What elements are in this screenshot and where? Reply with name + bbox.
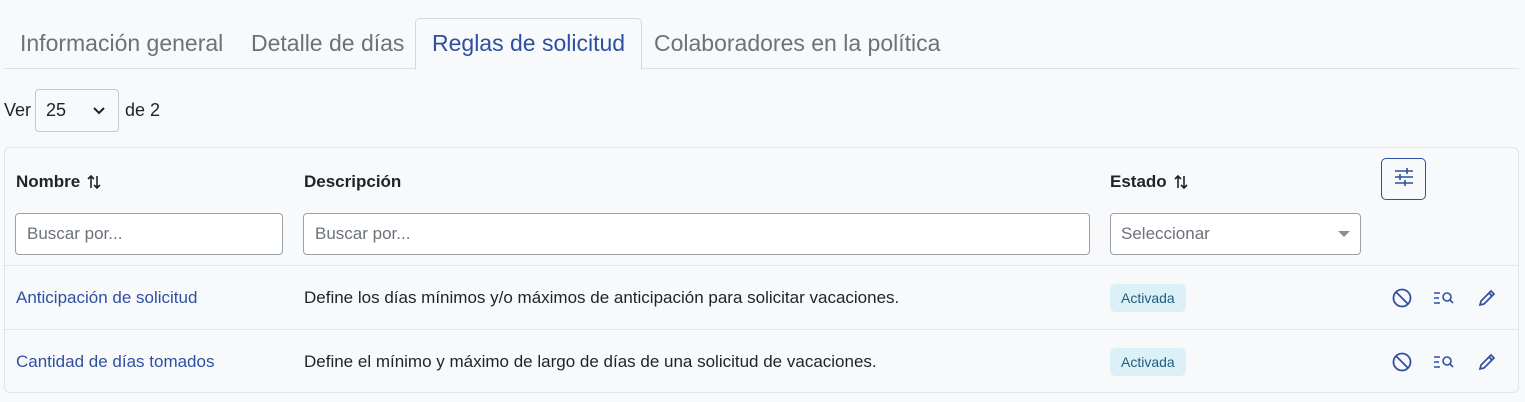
column-settings-button[interactable] xyxy=(1381,158,1426,200)
rule-description: Define el mínimo y máximo de largo de dí… xyxy=(304,352,877,371)
sliders-icon xyxy=(1393,167,1415,192)
header-status: Estado xyxy=(1110,172,1189,192)
view-details-icon[interactable] xyxy=(1432,286,1456,310)
header-name-label: Nombre xyxy=(16,172,81,191)
tab-days-detail[interactable]: Detalle de días xyxy=(235,18,420,69)
table-row: Anticipación de solicitud Define los día… xyxy=(5,265,1518,329)
disable-icon[interactable] xyxy=(1390,286,1414,310)
tab-policy-collaborators[interactable]: Colaboradores en la política xyxy=(638,18,956,69)
sort-icon[interactable] xyxy=(86,173,102,191)
header-description-label: Descripción xyxy=(304,172,402,191)
description-search-input[interactable] xyxy=(303,213,1090,255)
chevron-down-icon xyxy=(92,100,106,121)
rule-name-link[interactable]: Cantidad de días tomados xyxy=(16,330,214,393)
table-row: Cantidad de días tomados Define el mínim… xyxy=(5,329,1518,393)
rules-table: Nombre Descripción Estado Seleccionar A xyxy=(4,147,1519,393)
tab-request-rules[interactable]: Reglas de solicitud xyxy=(415,18,643,70)
tab-general-info[interactable]: Información general xyxy=(4,18,239,69)
page-size-value: 25 xyxy=(46,100,67,120)
page-size-prefix: Ver xyxy=(4,100,32,120)
status-select-placeholder: Seleccionar xyxy=(1121,224,1210,243)
header-description: Descripción xyxy=(304,172,401,192)
page-size-control: Ver 25 de 2 xyxy=(4,89,160,132)
header-status-label: Estado xyxy=(1110,172,1167,191)
rule-description: Define los días mínimos y/o máximos de a… xyxy=(304,288,900,307)
sort-icon[interactable] xyxy=(1173,173,1189,191)
page-count-label: de 2 xyxy=(125,100,161,120)
status-select[interactable]: Seleccionar xyxy=(1110,213,1361,255)
name-search-input[interactable] xyxy=(15,213,283,255)
caret-down-icon xyxy=(1338,231,1350,237)
disable-icon[interactable] xyxy=(1390,350,1414,374)
tab-bar: Información general Detalle de días Regl… xyxy=(4,18,1519,70)
status-badge: Activada xyxy=(1110,348,1186,376)
edit-icon[interactable] xyxy=(1475,350,1499,374)
page-size-select[interactable]: 25 xyxy=(35,89,120,132)
status-badge: Activada xyxy=(1110,284,1186,312)
edit-icon[interactable] xyxy=(1475,286,1499,310)
view-details-icon[interactable] xyxy=(1432,350,1456,374)
rule-name-link[interactable]: Anticipación de solicitud xyxy=(16,266,197,329)
header-name: Nombre xyxy=(16,172,102,192)
